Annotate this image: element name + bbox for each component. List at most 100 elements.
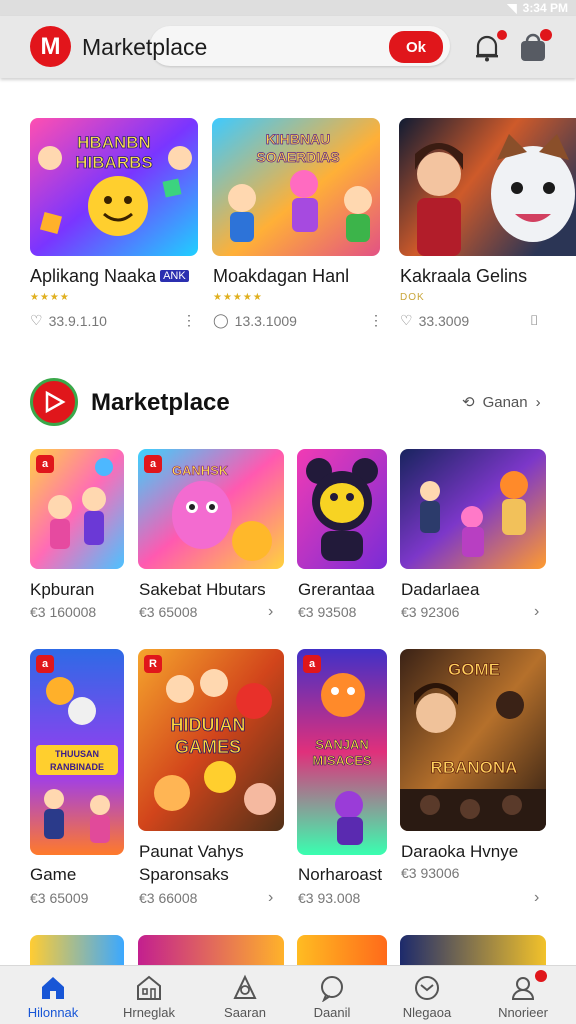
game-art: GOME RBANONA — [400, 649, 546, 831]
chevron-right-icon: › — [535, 393, 541, 411]
svg-text:MISACES: MISACES — [312, 753, 372, 768]
game-card[interactable]: THUUSAN RANBINADE a — [30, 649, 124, 855]
game-card[interactable]: SANJAN MISACES a — [297, 649, 387, 855]
app-bar: M Marketplace Ok — [0, 16, 576, 78]
game-price: €3 65009 — [30, 890, 89, 906]
featured-name-text-1: Aplikang Naaka — [30, 266, 157, 286]
nav-label: Nlegaoa — [402, 1005, 452, 1020]
nav-label: Saaran — [224, 1005, 266, 1020]
status-time: 3:34 PM — [522, 1, 568, 15]
game-subtitle: Sparonsaks — [139, 865, 229, 884]
game-price: €3 65008 — [139, 604, 198, 620]
featured-art-1: HBANBN HIBARBS — [30, 118, 198, 256]
status-icons: ◥ 3:34 PM — [507, 1, 568, 15]
game-title[interactable]: Paunat Vahys — [139, 842, 244, 862]
game-badge: a — [36, 655, 54, 673]
featured-card-3[interactable] — [399, 118, 576, 256]
comment-icon[interactable]: ◯ — [213, 312, 229, 329]
nav-label: Nnorieer — [498, 1005, 548, 1020]
see-all-link[interactable]: ⟲ Ganan › — [462, 393, 541, 412]
svg-text:RANBINADE: RANBINADE — [50, 762, 104, 772]
featured-name-1[interactable]: Aplikang Naaka ANK — [30, 266, 189, 287]
game-art: SANJAN MISACES — [297, 649, 387, 855]
featured-card-2[interactable]: KIHBNAU SOAERDIAS — [212, 118, 380, 256]
chevron-right-icon[interactable]: › — [268, 603, 273, 621]
nav-store[interactable]: Hrneglak — [101, 966, 197, 1024]
nav-messages[interactable]: Nlegaoa — [379, 966, 475, 1024]
more-icon[interactable]: ⋮ — [182, 312, 196, 329]
featured-name-2[interactable]: Moakdagan Hanl — [213, 266, 349, 287]
featured-meta-3: ♡ 33.3009 — [400, 312, 469, 329]
game-card[interactable]: a — [30, 449, 124, 569]
heart-icon[interactable]: ♡ — [30, 312, 43, 329]
game-card[interactable] — [297, 449, 387, 569]
nav-label: Daanil — [313, 1005, 351, 1020]
game-card[interactable]: HIDUIAN GAMES R — [138, 649, 284, 831]
chevron-right-icon[interactable]: › — [534, 603, 539, 621]
nav-home[interactable]: Hilonnak — [5, 966, 101, 1024]
game-price: €3 93006 — [401, 865, 460, 881]
cart-badge — [540, 29, 552, 41]
game-card[interactable] — [400, 935, 546, 965]
game-card[interactable]: GANHSK a — [138, 449, 284, 569]
nav-profile[interactable]: Nnorieer — [475, 966, 571, 1024]
svg-text:THUUSAN: THUUSAN — [55, 749, 99, 759]
featured-rating-1: ★★★★ — [30, 292, 70, 303]
share-icon: ⟲ — [462, 394, 475, 411]
nav-chat[interactable]: Daanil — [284, 966, 380, 1024]
game-art: HIDUIAN GAMES — [138, 649, 284, 831]
game-art — [297, 449, 387, 569]
featured-tag: ANK — [160, 270, 189, 282]
featured-count-2: 13.3.1009 — [234, 312, 297, 329]
search-button[interactable]: Ok — [389, 31, 443, 63]
game-price: €3 93.008 — [298, 890, 361, 906]
game-price: €3 160008 — [30, 604, 97, 620]
featured-rating-2: ★★★★★ — [213, 292, 263, 303]
game-title[interactable]: Kpburan — [30, 580, 94, 600]
game-price: €3 93508 — [298, 604, 357, 620]
game-title[interactable]: Grerantaa — [298, 580, 375, 600]
svg-text:HIBARBS: HIBARBS — [75, 153, 152, 172]
game-badge: a — [144, 455, 162, 473]
svg-text:RBANONA: RBANONA — [431, 758, 518, 777]
game-title[interactable]: Daraoka Hvnye — [401, 842, 518, 862]
profile-icon — [511, 977, 535, 1000]
svg-text:GAMES: GAMES — [175, 737, 241, 757]
bottom-navigation: Hilonnak Hrneglak Saaran Daanil Nlegaoa — [0, 965, 576, 1024]
featured-art-3 — [399, 118, 576, 256]
more-icon[interactable]: ⋮ — [369, 312, 383, 329]
featured-card-1[interactable]: HBANBN HIBARBS — [30, 118, 198, 256]
game-badge: a — [36, 455, 54, 473]
play-icon — [45, 390, 66, 414]
game-title[interactable]: Sakebat Hbutars — [139, 580, 266, 600]
section-title: Marketplace — [91, 389, 230, 416]
notification-badge — [497, 30, 507, 40]
home-icon — [42, 977, 64, 999]
game-card[interactable] — [30, 935, 124, 965]
game-title[interactable]: Norharoast — [298, 865, 382, 885]
status-bar: ◥ 3:34 PM — [0, 0, 576, 16]
store-icon — [137, 975, 161, 1000]
chat-icon — [321, 976, 343, 1002]
bookmark-icon[interactable]: ⌷ — [530, 312, 538, 329]
game-title[interactable]: Dadarlaea — [401, 580, 479, 600]
heart-icon[interactable]: ♡ — [400, 312, 413, 329]
game-art — [400, 449, 546, 569]
notifications-bell-icon[interactable] — [474, 34, 500, 62]
svg-text:KIHBNAU: KIHBNAU — [266, 131, 331, 147]
game-card[interactable] — [138, 935, 284, 965]
nav-label: Hrneglak — [122, 1005, 176, 1020]
game-card[interactable] — [297, 935, 387, 965]
app-title: Marketplace — [82, 34, 208, 60]
featured-name-3[interactable]: Kakraala Gelins — [400, 266, 527, 287]
svg-text:HBANBN: HBANBN — [77, 133, 151, 152]
chevron-right-icon[interactable]: › — [268, 889, 273, 907]
game-title[interactable]: Game — [30, 865, 76, 885]
game-card[interactable] — [400, 449, 546, 569]
game-card[interactable]: GOME RBANONA — [400, 649, 546, 831]
chevron-right-icon[interactable]: › — [534, 889, 539, 907]
game-price: €3 92306 — [401, 604, 460, 620]
app-logo[interactable]: M — [30, 26, 71, 67]
game-badge: a — [303, 655, 321, 673]
nav-discover[interactable]: Saaran — [197, 966, 293, 1024]
